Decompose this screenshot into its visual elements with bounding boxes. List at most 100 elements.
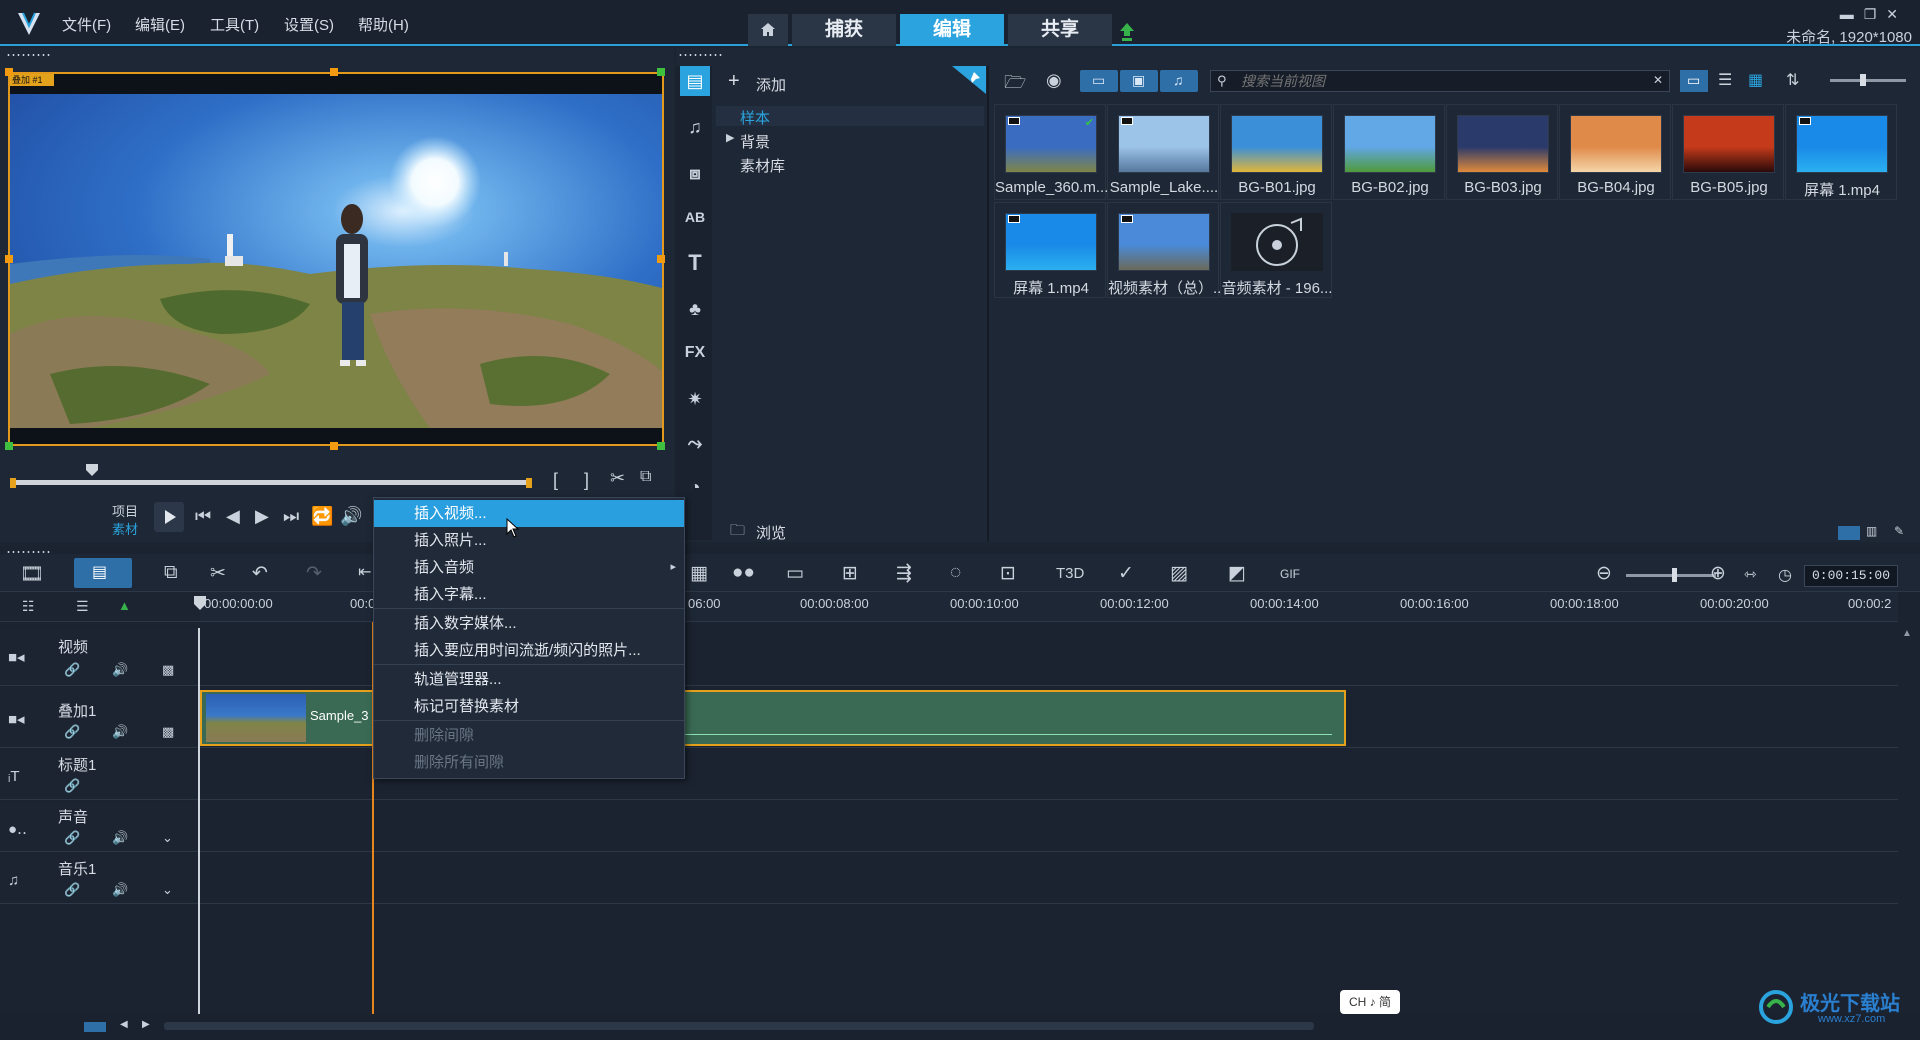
mode-project[interactable]: 项目 [112,501,138,520]
add-track-icon[interactable]: ☰ [76,598,89,615]
menu-file[interactable]: 文件(F) [62,14,111,35]
multicam-icon[interactable]: ●● [732,562,755,584]
title-icon[interactable]: T [680,248,710,278]
zoom-thumb[interactable] [1672,568,1677,582]
fit-project-icon[interactable]: ⇿ [1744,565,1757,583]
library-item[interactable]: ✔ Sample_360.m... [994,104,1107,200]
context-menu-item[interactable]: 插入音频 ▸ [374,554,684,581]
scroll-left-icon[interactable]: ◀ [120,1019,128,1030]
context-menu-item[interactable]: 插入数字媒体... [374,610,684,637]
mark-in-icon[interactable]: [ [553,470,558,491]
list-view-icon[interactable]: ☰ [1718,70,1732,90]
library-item[interactable]: BG-B02.jpg [1333,104,1445,200]
edit-icon[interactable]: ✎ [1894,524,1904,538]
mark-in-handle[interactable] [10,478,16,488]
3d-title-icon[interactable]: T3D [1056,565,1084,582]
transition-icon[interactable]: ⧈ [680,158,710,188]
resize-handle[interactable] [330,68,338,76]
cut-clip-icon[interactable]: ✂ [610,468,625,489]
tab-edit[interactable]: 编辑 [900,14,1004,46]
folder-item-library[interactable]: 素材库 [716,154,984,175]
track-header-title[interactable]: ᵢT 标题1 🔗 [0,750,198,800]
library-item[interactable]: 视频素材（总）.... [1107,202,1220,298]
resize-handle[interactable] [330,442,338,450]
library-item[interactable]: 音频素材 - 196... [1220,202,1332,298]
expand-track-icon[interactable]: ⌄ [162,882,173,898]
play-button[interactable] [154,502,184,532]
import-folder-icon[interactable]: 🗁 [1004,70,1026,100]
ripple-edit-icon[interactable]: ▲ [118,598,131,613]
track-volume-icon[interactable]: 🔊 [112,724,128,740]
gif-icon[interactable]: GIF [1280,567,1300,581]
close-icon[interactable]: ✕ [1886,6,1908,22]
track-volume-icon[interactable]: 🔊 [112,662,128,678]
path-icon[interactable]: ⤳ [680,428,710,458]
mask-creator-icon[interactable]: ◌ [950,562,961,584]
menu-edit[interactable]: 编辑(E) [135,14,185,35]
track-row-voice[interactable] [200,802,1898,852]
pin-icon[interactable] [952,66,986,94]
tab-share[interactable]: 共享 [1008,14,1112,46]
upload-icon[interactable] [1119,22,1135,42]
context-menu-item[interactable]: 轨道管理器... [374,666,684,693]
panel-grip[interactable] [678,53,722,57]
thumbnail-size-slider[interactable] [1830,79,1906,82]
mode-clip[interactable]: 素材 [112,519,138,538]
media-icon[interactable]: ▤ [680,66,710,96]
link-icon[interactable]: 🔗 [64,882,80,898]
folder-item-background[interactable]: ▶ 背景 [716,130,984,151]
next-frame-icon[interactable]: ▶ [255,506,269,527]
volume-icon[interactable]: 🔊 [340,506,362,527]
search-field[interactable]: ⚲ ✕ [1210,70,1670,92]
expand-track-icon[interactable]: ⌄ [162,830,173,846]
slider-thumb[interactable] [1860,74,1866,86]
sort-icon[interactable]: ⇅ [1786,70,1799,90]
motion-tracking-icon[interactable]: ⇶ [896,562,912,585]
resize-handle[interactable] [657,68,665,76]
search-input[interactable] [1241,72,1631,90]
context-menu-item[interactable]: 插入字幕... [374,581,684,608]
grid-view-icon[interactable]: ▦ [1748,70,1763,90]
record-icon[interactable]: ⇤ [358,562,371,582]
track-header-overlay[interactable]: ■◂ 叠加1 🔗 🔊 ▩ [0,688,198,748]
mark-out-icon[interactable]: ] [584,470,589,491]
timeline-view-button[interactable]: ▤ [74,558,132,588]
timecode-display[interactable]: 0:00:15:00 [1804,565,1898,587]
resize-handle[interactable] [5,442,13,450]
morph-icon[interactable]: ▨ [1170,562,1188,585]
storyboard-view-icon[interactable]: 🎞 [20,562,44,586]
capture-icon[interactable]: ◉ [1046,70,1062,91]
resize-handle[interactable] [5,68,13,76]
zoom-out-icon[interactable]: ⊖ [1596,562,1612,585]
show-photos-toggle[interactable]: ▣ [1120,70,1158,92]
context-menu-item[interactable]: 插入要应用时间流逝/频闪的照片... [374,637,684,664]
folder-item-sample[interactable]: 样本 [716,106,984,127]
zoom-slider[interactable] [1626,574,1716,577]
previous-frame-icon[interactable]: ◀ [226,506,240,527]
show-all-tracks-icon[interactable]: ☷ [22,598,35,615]
track-volume-icon[interactable]: 🔊 [112,830,128,846]
enlarge-preview-icon[interactable]: ⧉ [640,468,651,486]
show-videos-toggle[interactable]: ▭ [1080,70,1118,92]
undo-icon[interactable]: ↶ [252,562,268,585]
link-icon[interactable]: 🔗 [64,724,80,740]
menu-help[interactable]: 帮助(H) [358,14,409,35]
link-icon[interactable]: 🔗 [64,778,80,794]
library-view-button[interactable] [1838,526,1860,540]
repeat-icon[interactable]: 🔁 [311,506,333,527]
preview-scrubber[interactable] [12,480,532,485]
menu-settings[interactable]: 设置(S) [284,14,334,35]
playhead-top-icon[interactable] [194,596,206,610]
dual-view-icon[interactable]: ▥ [1866,524,1877,538]
track-volume-icon[interactable]: 🔊 [112,882,128,898]
restore-icon[interactable]: ❐ [1864,6,1887,22]
tools-icon[interactable]: ✂ [210,562,226,585]
context-menu-item[interactable]: 插入视频... [374,500,684,527]
ab-transition-icon[interactable]: AB [680,202,710,232]
track-mask-icon[interactable]: ▩ [162,662,174,678]
redo-icon[interactable]: ↷ [306,562,322,585]
playhead-marker-icon[interactable] [85,463,99,477]
link-icon[interactable]: 🔗 [64,830,80,846]
scroll-up-icon[interactable]: ▲ [1902,628,1912,639]
browse-button[interactable]: 🗀 浏览 [714,518,986,542]
